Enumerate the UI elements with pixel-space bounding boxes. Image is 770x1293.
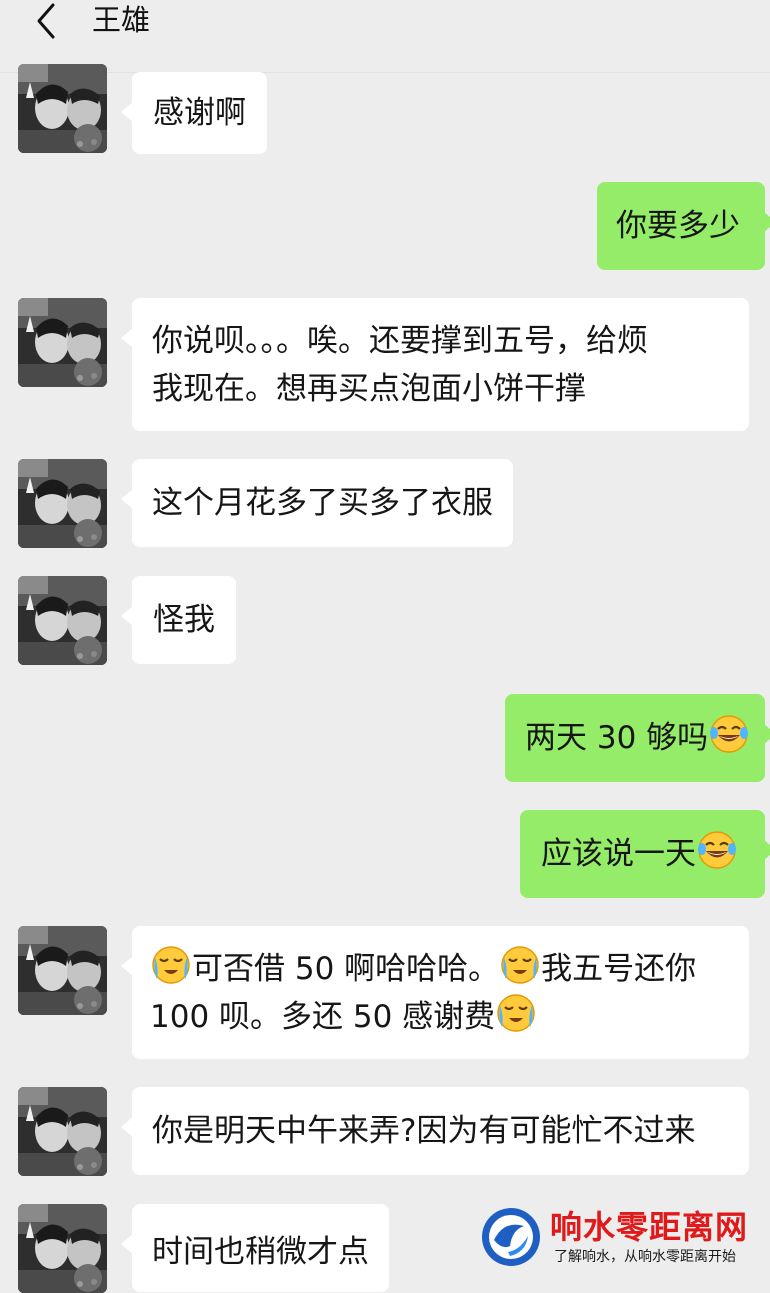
message-text-line: 100 呗。多还 50 感谢费	[150, 993, 731, 1041]
message-text: 怪我	[153, 602, 215, 638]
message-bubble-outgoing[interactable]: 应该说一天	[520, 810, 770, 898]
message-row: 感谢啊	[0, 64, 770, 162]
chat-title: 王雄	[92, 3, 151, 37]
tears-of-joy-emoji	[709, 714, 749, 754]
message-bubble-incoming[interactable]: 你说呗。。。唉。还要撑到五号，给烦 我现在。想再买点泡面小饼干撑	[121, 298, 749, 431]
message-text: 两天 30 够吗	[525, 720, 709, 756]
message-text-line: 你说呗。。。唉。还要撑到五号，给烦	[152, 323, 648, 359]
message-text: 感谢啊	[153, 95, 246, 131]
contact-avatar[interactable]	[18, 1087, 107, 1176]
site-watermark: 响水零距离网 了解响水，从响水零距离开始	[478, 1200, 770, 1280]
message-text-line: 可否借 50 啊哈哈哈。 我五号还你	[150, 945, 731, 993]
laughing-crying-emoji	[151, 945, 191, 985]
contact-avatar[interactable]	[18, 926, 107, 1015]
site-logo-icon	[482, 1208, 540, 1266]
watermark-slogan: 了解响水，从响水零距离开始	[554, 1249, 736, 1265]
chevron-left-icon	[37, 3, 55, 39]
message-bubble-incoming[interactable]: 你是明天中午来弄?因为有可能忙不过来	[121, 1087, 749, 1175]
laughing-crying-emoji	[496, 993, 536, 1033]
message-bubble-outgoing[interactable]: 你要多少	[597, 182, 770, 270]
message-text: 可否借 50 啊哈哈哈。	[192, 951, 500, 987]
message-bubble-incoming[interactable]: 时间也稍微才点	[121, 1204, 389, 1292]
contact-avatar[interactable]	[18, 64, 107, 153]
tears-of-joy-emoji	[697, 830, 737, 870]
message-bubble-incoming[interactable]: 怪我	[121, 576, 236, 664]
watermark-site-name: 响水零距离网	[550, 1208, 749, 1246]
message-bubble-incoming[interactable]: 感谢啊	[121, 72, 267, 154]
message-text: 你是明天中午来弄?因为有可能忙不过来	[152, 1113, 696, 1149]
message-text: 100 呗。多还 50 感谢费	[150, 999, 496, 1035]
contact-avatar[interactable]	[18, 576, 107, 665]
message-bubble-incoming[interactable]: 这个月花多了买多了衣服	[121, 459, 513, 547]
message-text: 你要多少	[616, 208, 740, 244]
message-text: 应该说一天	[541, 836, 696, 872]
chat-header: 王雄	[0, 0, 770, 73]
message-bubble-incoming[interactable]: 可否借 50 啊哈哈哈。 我五号还你 100 呗。多还 50 感谢费	[121, 926, 749, 1059]
message-bubble-outgoing[interactable]: 两天 30 够吗	[505, 694, 770, 782]
message-text: 我五号还你	[541, 951, 697, 987]
contact-avatar[interactable]	[18, 459, 107, 548]
laughing-crying-emoji	[500, 945, 540, 985]
message-text-line: 我现在。想再买点泡面小饼干撑	[152, 371, 586, 407]
contact-avatar[interactable]	[18, 298, 107, 387]
message-text: 这个月花多了买多了衣服	[152, 485, 493, 521]
back-button[interactable]	[22, 0, 70, 42]
message-text: 时间也稍微才点	[152, 1234, 369, 1270]
